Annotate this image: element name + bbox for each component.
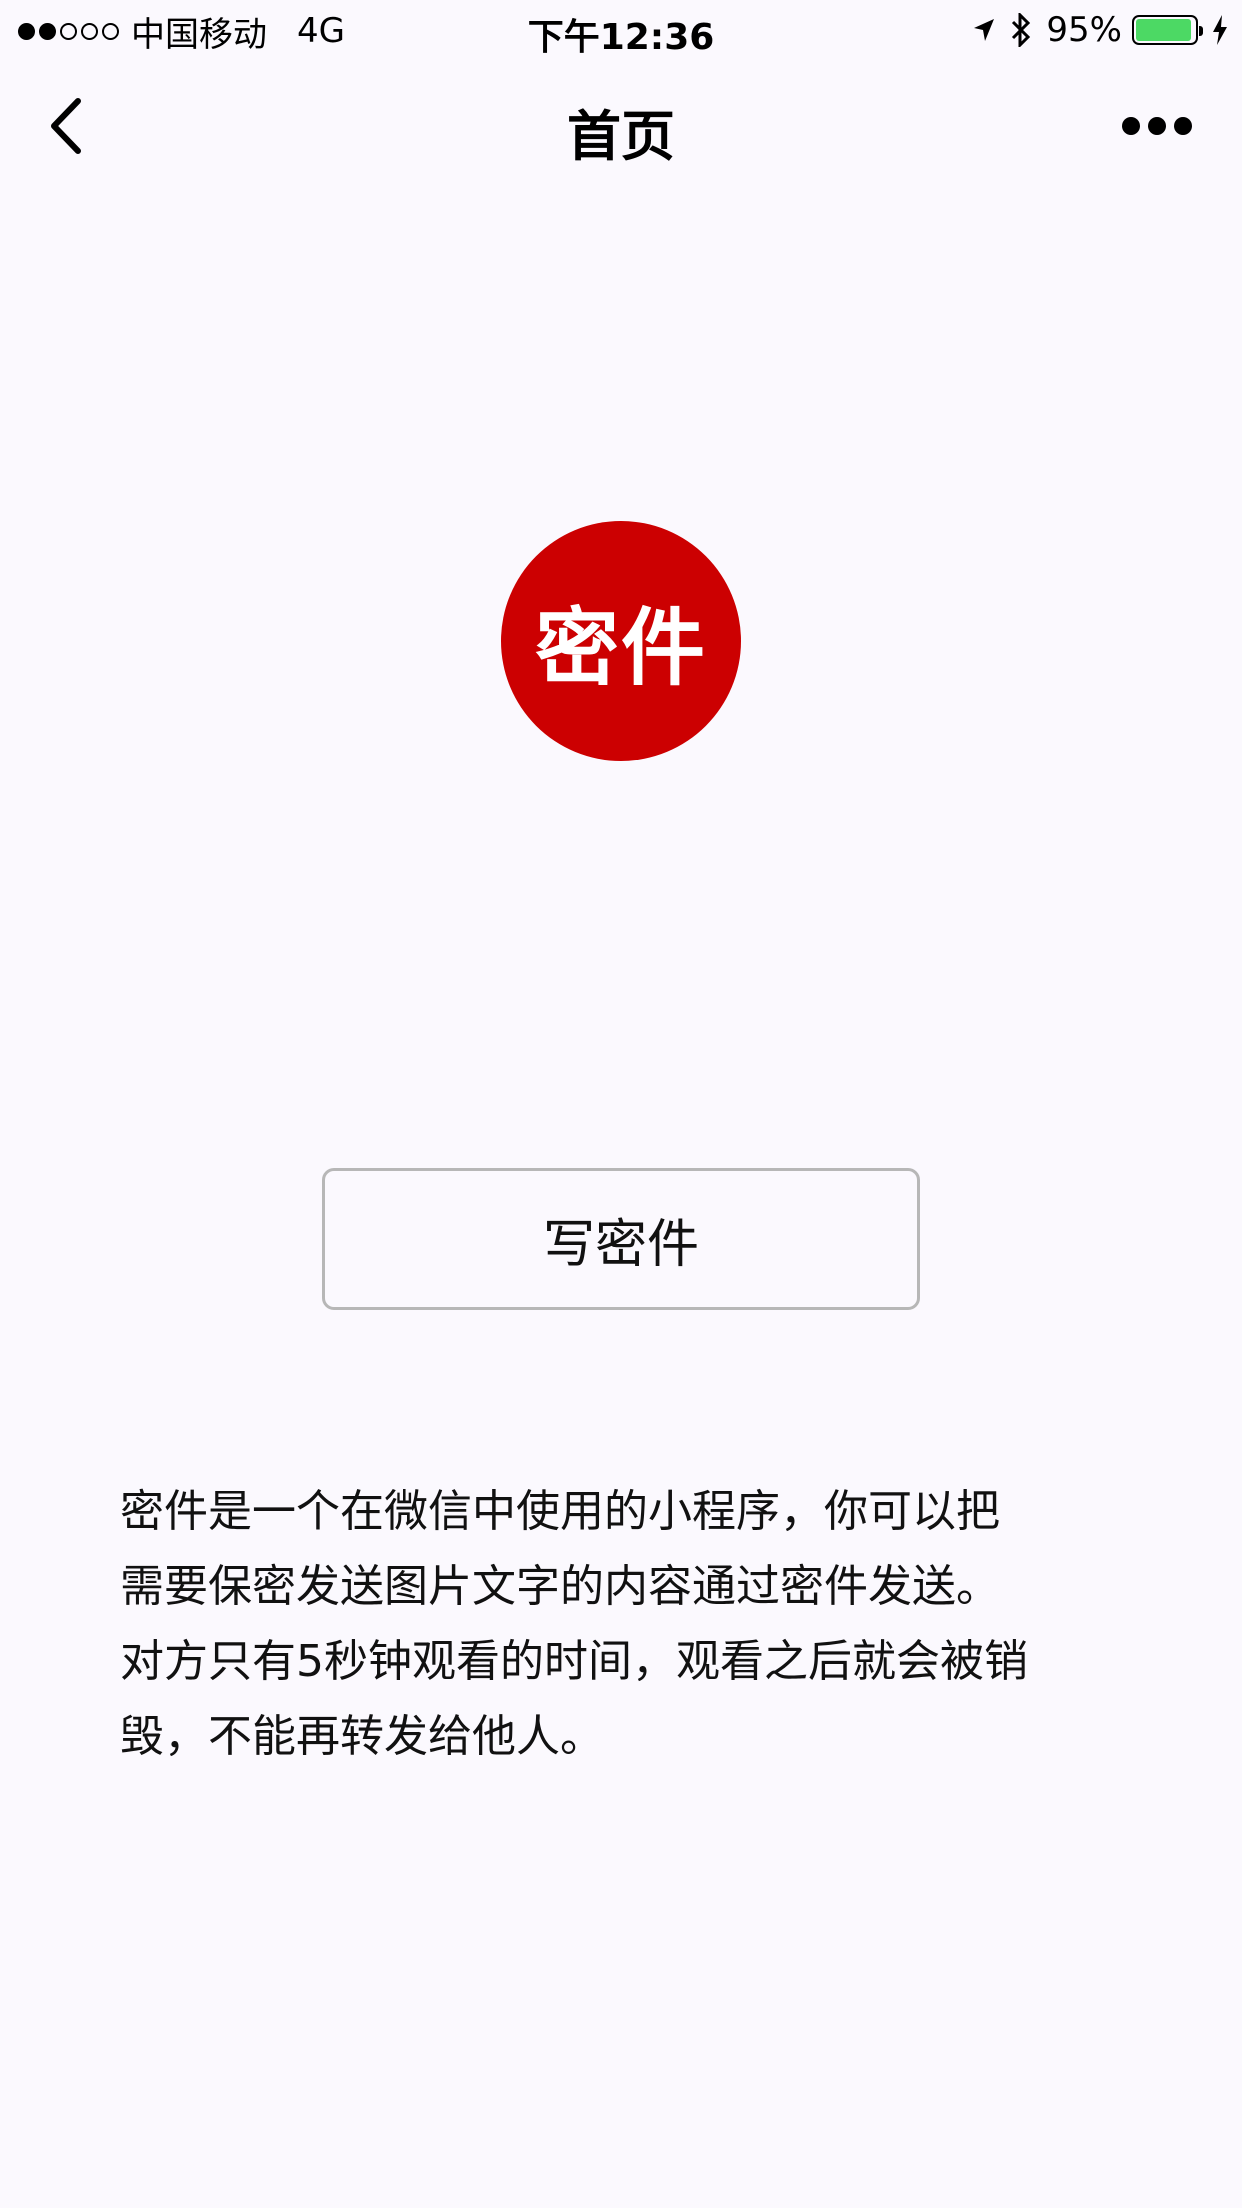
more-options-button[interactable] xyxy=(1122,106,1192,146)
page-title: 首页 xyxy=(567,105,675,168)
more-dot xyxy=(1122,117,1140,135)
description-line: 需要保密发送图片文字的内容通过密件发送。 xyxy=(120,1561,1000,1612)
battery-fill xyxy=(1136,19,1192,41)
app-logo-text: 密件 xyxy=(534,598,707,697)
bluetooth-icon xyxy=(1010,13,1032,47)
more-dot xyxy=(1148,117,1166,135)
battery-percent: 95% xyxy=(1046,10,1122,50)
app-description: 密件是一个在微信中使用的小程序，你可以把 需要保密发送图片文字的内容通过密件发送… xyxy=(120,1474,1130,1774)
description-line: 对方只有5秒钟观看的时间，观看之后就会被销 xyxy=(120,1636,1028,1687)
navigation-bar: 首页 xyxy=(0,62,1242,190)
charging-bolt-icon xyxy=(1212,15,1228,45)
location-arrow-icon xyxy=(972,17,996,43)
more-dot xyxy=(1174,117,1192,135)
description-line: 密件是一个在微信中使用的小程序，你可以把 xyxy=(120,1486,1000,1537)
app-logo: 密件 xyxy=(501,521,741,761)
status-bar: 中国移动 4G 下午12:36 95% xyxy=(0,0,1242,62)
description-line: 毁，不能再转发给他人。 xyxy=(120,1711,604,1762)
battery-icon xyxy=(1132,15,1203,45)
battery-cap xyxy=(1199,26,1203,36)
write-secret-button[interactable]: 写密件 xyxy=(322,1168,920,1310)
status-bar-right: 95% xyxy=(972,8,1228,52)
